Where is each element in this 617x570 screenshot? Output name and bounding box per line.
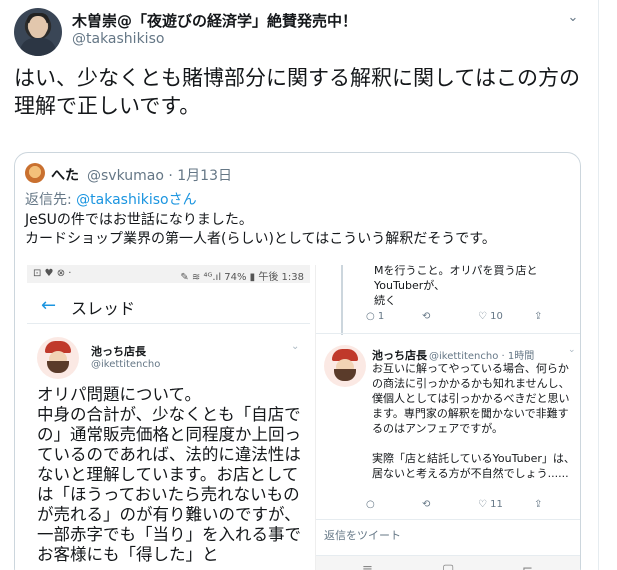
- previous-tweet-text: Mを行うこと。オリパを買う店とYouTuberが、 続く: [374, 265, 538, 307]
- tweet: 木曽崇@「夜遊びの経済学」絶賛発売中！ @takashikiso ⌄ はい、少な…: [0, 0, 598, 570]
- retweet-icon: ⟲: [422, 311, 431, 322]
- tweet-text: はい、少なくとも賭博部分に関する解釈に関してはこの方の理解で正しいです。: [14, 66, 580, 118]
- thread-tweet-body: オリパ問題について。 中身の合計が、少なくとも「自店での」通常販売価格と同程度か…: [37, 385, 311, 565]
- thread-title: スレッド: [71, 299, 136, 318]
- quoted-tweet-text: JeSUの件ではお世話になりました。 カードショップ業界の第一人者(らしい)とし…: [25, 211, 575, 249]
- author-avatar[interactable]: [14, 8, 62, 56]
- share-icon: ⇪: [534, 499, 543, 510]
- reply-prefix: 返信先:: [25, 192, 77, 208]
- status-right: ✎ ≋ ⁴ᴳ.ıl 74% ▮ 午後 1:38: [180, 272, 304, 283]
- quoted-reply-to: 返信先: @takashikisoさん: [25, 189, 197, 209]
- like-icon: ♡ 10: [478, 311, 503, 322]
- reply-placeholder: 返信をツイート: [324, 529, 401, 542]
- tweet-actions: ○ 1 ⟲ ♡ 10 ⇪: [366, 311, 566, 325]
- user-meta: @ikettitencho · 1時間: [429, 351, 535, 362]
- ikettitencho-avatar: [324, 345, 366, 387]
- quoted-tweet[interactable]: へた @svkumao · 1月13日 返信先: @takashikisoさん …: [14, 152, 581, 570]
- retweet-icon: ⟲: [422, 499, 431, 510]
- screenshot-right: Mを行うこと。オリパを買う店とYouTuberが、 続く ○ 1 ⟲ ♡ 10 …: [315, 265, 580, 570]
- screenshot-left: ⊡ ♥ ⊗ · ✎ ≋ ⁴ᴳ.ıl 74% ▮ 午後 1:38 ← スレッド 池…: [27, 265, 310, 570]
- column-divider: [598, 0, 599, 570]
- reply-icon: ○ 1: [366, 311, 385, 322]
- home-icon: ▢: [442, 562, 455, 570]
- ikettitencho-avatar: [37, 337, 79, 379]
- recent-apps-icon: ≡: [362, 562, 373, 570]
- share-icon: ⇪: [534, 311, 543, 322]
- author-handle[interactable]: @takashikiso: [72, 31, 164, 47]
- quoted-text-line: JeSUの件ではお世話になりました。: [25, 212, 253, 228]
- chevron-down-icon: ⌄: [568, 345, 576, 355]
- attached-image[interactable]: ⊡ ♥ ⊗ · ✎ ≋ ⁴ᴳ.ıl 74% ▮ 午後 1:38 ← スレッド 池…: [15, 265, 580, 570]
- body-text: オリパ問題について。 中身の合計が、少なくとも「自店での」通常販売価格と同程度か…: [37, 385, 301, 564]
- reply-icon: ○: [366, 499, 375, 510]
- quoted-author-meta: @svkumao · 1月13日: [87, 168, 232, 184]
- author-name[interactable]: 木曽崇@「夜遊びの経済学」絶賛発売中！: [72, 10, 357, 31]
- reply-to-link[interactable]: @takashikisoさん: [76, 192, 196, 208]
- tweet-actions: ○ ⟲ ♡ 11 ⇪: [366, 499, 566, 513]
- quoted-author-name: へた: [51, 168, 79, 184]
- quoted-author-avatar: [25, 163, 45, 183]
- user-handle: @ikettitencho: [91, 359, 161, 370]
- reply-tweet-body: お互いに解ってやっている場合、何らかの商法に引っかかるかも知れませんし、僕個人と…: [372, 362, 575, 480]
- chevron-down-icon: ⌄: [291, 341, 300, 352]
- chevron-down-icon[interactable]: ⌄: [564, 10, 582, 25]
- status-icons: ⊡ ♥ ⊗ ·: [33, 268, 72, 279]
- phone-status-bar: ⊡ ♥ ⊗ · ✎ ≋ ⁴ᴳ.ıl 74% ▮ 午後 1:38: [27, 265, 310, 283]
- thread-line: [341, 265, 343, 335]
- quoted-text-line: カードショップ業界の第一人者(らしい)としてはこういう解釈だそうです。: [25, 231, 496, 247]
- like-icon: ♡ 11: [478, 499, 503, 510]
- back-icon: ⌐: [522, 562, 533, 570]
- android-nav-bar: ≡ ▢ ⌐: [316, 555, 580, 570]
- user-name: 池っち店長: [91, 345, 146, 358]
- back-arrow-icon: ←: [41, 295, 57, 316]
- thread-header: ← スレッド: [27, 289, 310, 323]
